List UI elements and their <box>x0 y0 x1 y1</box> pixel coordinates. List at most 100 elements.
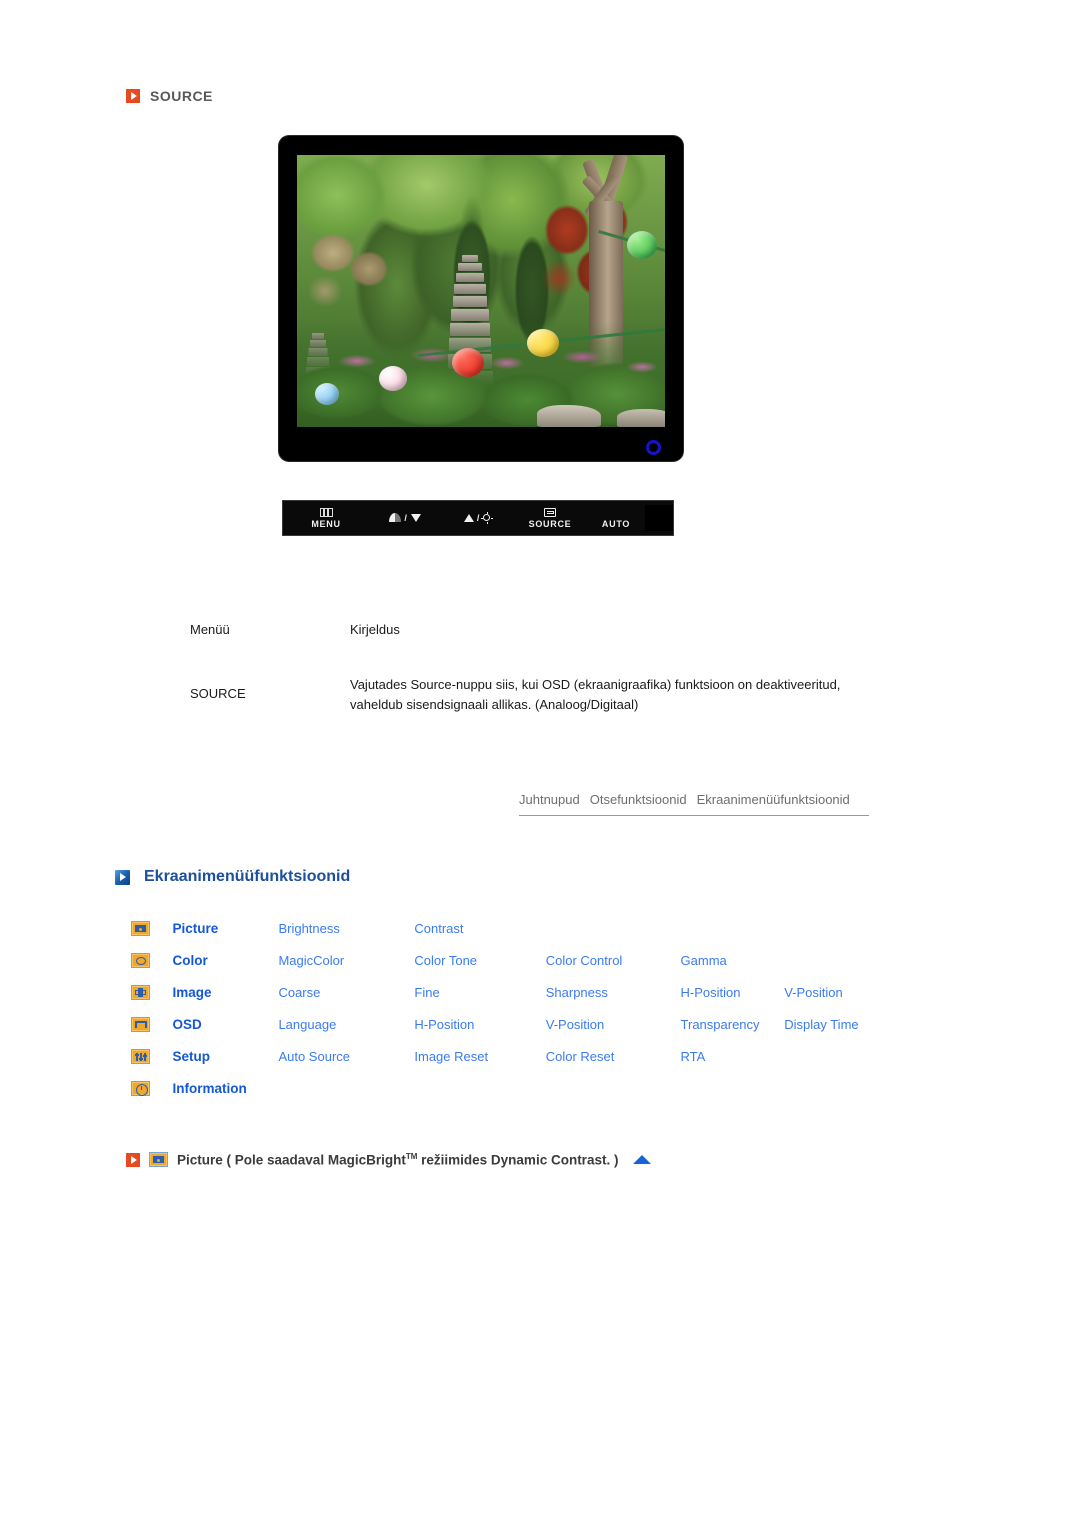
back-to-top-arrow-icon[interactable] <box>633 1155 652 1165</box>
power-button[interactable] <box>645 505 673 531</box>
menu-item-image[interactable]: Image <box>172 976 278 1008</box>
source-switch-icon <box>544 508 556 518</box>
submenu-color-reset[interactable]: Color Reset <box>546 1040 681 1072</box>
menu-grid-icon <box>319 508 333 518</box>
menu-button-label: MENU <box>311 518 341 529</box>
row-icon-cell <box>131 944 172 976</box>
row-icon-cell <box>131 1040 172 1072</box>
menu-item-osd[interactable]: OSD <box>172 1008 278 1040</box>
empty-cell <box>784 944 911 976</box>
auto-button[interactable]: AUTO <box>587 501 645 535</box>
garden-rock <box>537 405 601 427</box>
maple-tree-left <box>303 225 393 325</box>
submenu-rta[interactable]: RTA <box>681 1040 785 1072</box>
garden-rock <box>617 409 665 427</box>
submenu-v-position[interactable]: V-Position <box>546 1008 681 1040</box>
osd-menu-map: Picture Brightness Contrast Color MagicC… <box>131 912 911 1104</box>
table-row: Color MagicColor Color Tone Color Contro… <box>131 944 911 976</box>
auto-button-label: AUTO <box>601 518 631 529</box>
row-icon-cell <box>131 1008 172 1040</box>
picture-note-line: Picture ( Pole saadaval MagicBrightTM re… <box>126 1152 652 1168</box>
nav-link-juhtnupud[interactable]: Juhtnupud <box>519 792 580 807</box>
column-header-description: Kirjeldus <box>350 622 400 637</box>
picture-note-text: Picture ( Pole saadaval MagicBrightTM re… <box>177 1152 618 1168</box>
empty-cell <box>681 1072 785 1104</box>
trademark-superscript: TM <box>405 1152 418 1161</box>
arrow-square-icon <box>126 1152 140 1167</box>
description-table: Menüü Kirjeldus SOURCE Vajutades Source-… <box>190 622 890 715</box>
picture-note-before: Picture ( Pole saadaval MagicBright <box>177 1152 406 1168</box>
empty-cell <box>784 912 911 944</box>
table-row: Image Coarse Fine Sharpness H-Position V… <box>131 976 911 1008</box>
submenu-language[interactable]: Language <box>278 1008 414 1040</box>
nav-link-ekraanimenyyfunktsioonid[interactable]: Ekraanimenüüfunktsioonid <box>697 792 850 807</box>
menu-item-color[interactable]: Color <box>172 944 278 976</box>
submenu-coarse[interactable]: Coarse <box>278 976 414 1008</box>
submenu-brightness[interactable]: Brightness <box>278 912 414 944</box>
monitor-product-image <box>279 136 683 461</box>
empty-cell <box>546 1072 681 1104</box>
column-header-menu: Menüü <box>190 622 230 637</box>
osd-section-title: Ekraanimenüüfunktsioonid <box>144 868 351 885</box>
submenu-color-tone[interactable]: Color Tone <box>414 944 545 976</box>
submenu-h-position[interactable]: H-Position <box>681 976 785 1008</box>
menu-item-setup[interactable]: Setup <box>172 1040 278 1072</box>
osd-section-heading: Ekraanimenüüfunktsioonid <box>115 868 350 886</box>
empty-cell <box>546 912 681 944</box>
submenu-color-control[interactable]: Color Control <box>546 944 681 976</box>
description-table-header: Menüü Kirjeldus <box>190 622 890 637</box>
lantern-yellow <box>527 329 559 357</box>
source-button[interactable]: SOURCE <box>513 501 587 535</box>
menu-button[interactable]: MENU <box>283 501 369 535</box>
source-button-label: SOURCE <box>528 518 572 529</box>
submenu-fine[interactable]: Fine <box>414 976 545 1008</box>
row-menu-name: SOURCE <box>190 686 246 701</box>
menu-item-picture[interactable]: Picture <box>172 912 278 944</box>
lantern-red <box>452 348 484 377</box>
table-row: Picture Brightness Contrast <box>131 912 911 944</box>
lantern-green <box>627 231 657 259</box>
source-section-heading: SOURCE <box>126 88 213 104</box>
power-led-indicator <box>646 440 661 455</box>
section-nav-links: Juhtnupud Otsefunktsioonid Ekraanimenüüf… <box>519 792 869 816</box>
contrast-down-button[interactable]: / <box>369 501 441 535</box>
monitor-screen-content <box>297 155 665 427</box>
table-row: Information <box>131 1072 911 1104</box>
picture-note-after: režiimides Dynamic Contrast. ) <box>417 1152 619 1168</box>
submenu-contrast[interactable]: Contrast <box>414 912 545 944</box>
table-row: SOURCE Vajutades Source-nuppu siis, kui … <box>190 675 890 715</box>
brightness-up-button[interactable]: / <box>441 501 513 535</box>
picture-icon <box>131 921 150 937</box>
row-icon-cell <box>131 1072 172 1104</box>
monitor-control-panel: MENU / / SOURCE AUTO <box>282 500 674 536</box>
lantern-blue <box>315 383 339 405</box>
picture-icon <box>149 1152 168 1168</box>
empty-cell <box>278 1072 414 1104</box>
empty-cell <box>414 1072 545 1104</box>
submenu-image-reset[interactable]: Image Reset <box>414 1040 545 1072</box>
submenu-sharpness[interactable]: Sharpness <box>546 976 681 1008</box>
menu-item-information[interactable]: Information <box>172 1072 278 1104</box>
submenu-h-position[interactable]: H-Position <box>414 1008 545 1040</box>
color-icon <box>131 953 150 969</box>
submenu-auto-source[interactable]: Auto Source <box>278 1040 414 1072</box>
submenu-magiccolor[interactable]: MagicColor <box>278 944 414 976</box>
empty-cell <box>681 912 785 944</box>
image-icon <box>131 985 150 1001</box>
arrow-square-icon <box>126 89 140 103</box>
nav-link-otsefunktsioonid[interactable]: Otsefunktsioonid <box>590 792 687 807</box>
submenu-display-time[interactable]: Display Time <box>784 1008 911 1040</box>
information-icon <box>131 1081 150 1097</box>
blue-arrow-square-icon <box>115 869 130 885</box>
empty-cell <box>784 1072 911 1104</box>
row-description: Vajutades Source-nuppu siis, kui OSD (ek… <box>350 677 841 713</box>
brightness-up-icon: / <box>463 512 491 523</box>
contrast-down-icon: / <box>389 513 421 523</box>
submenu-v-position[interactable]: V-Position <box>784 976 911 1008</box>
row-icon-cell <box>131 912 172 944</box>
table-row: OSD Language H-Position V-Position Trans… <box>131 1008 911 1040</box>
submenu-transparency[interactable]: Transparency <box>681 1008 785 1040</box>
source-section-title: SOURCE <box>150 88 213 104</box>
lantern-pink <box>379 366 407 391</box>
submenu-gamma[interactable]: Gamma <box>681 944 785 976</box>
